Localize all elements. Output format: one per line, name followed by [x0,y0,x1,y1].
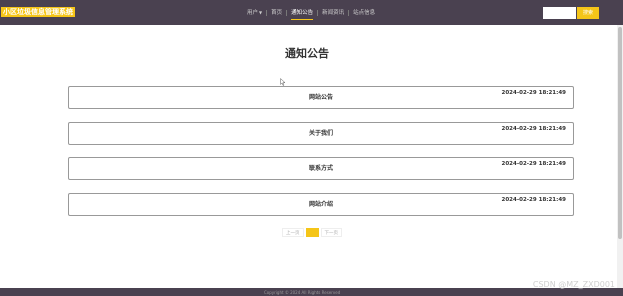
next-page-button[interactable]: 下一页 [320,228,342,237]
notice-title: 联系方式 [308,165,333,172]
current-page-button[interactable]: 1 [305,228,319,237]
footer-text: Copyright © 2024 All Rights Reserved [264,290,341,295]
search-button[interactable]: 搜索 [577,7,599,19]
mouse-cursor-icon [280,78,286,86]
nav-item-home[interactable]: 首页 [267,8,286,18]
notice-item[interactable]: 关于我们 2024-02-29 18:21:49 [68,122,574,145]
notice-item[interactable]: 网站介绍 2024-02-29 18:21:49 [68,193,574,216]
notice-time: 2024-02-29 18:21:49 [501,90,566,96]
nav-item-notices[interactable]: 通知公告 [287,8,317,20]
notice-item[interactable]: 联系方式 2024-02-29 18:21:49 [68,157,574,180]
nav-item-site-info[interactable]: 站点信息 [349,8,379,18]
prev-page-button[interactable]: 上一页 [282,228,304,237]
scrollbar-thumb[interactable] [618,27,622,239]
notice-item[interactable]: 网站公告 2024-02-29 18:21:49 [68,86,574,109]
notice-title: 网站公告 [308,94,333,101]
chevron-down-icon: ▼ [259,10,263,15]
page-title: 通知公告 [285,47,329,60]
top-header: 小区垃圾信息管理系统 用户▼ 首页 通知公告 新闻资讯 站点信息 搜索 [0,0,623,25]
scrollbar[interactable] [617,25,623,288]
site-logo[interactable]: 小区垃圾信息管理系统 [1,7,75,17]
nav-item-news[interactable]: 新闻资讯 [318,8,348,18]
search-input[interactable] [543,7,576,19]
notice-title: 关于我们 [308,130,333,137]
notice-time: 2024-02-29 18:21:49 [501,161,566,167]
pagination: 上一页 1 下一页 [282,228,342,237]
nav-item-user[interactable]: 用户▼ [243,8,266,18]
watermark-text: CSDN @MZ_ZXD001 [532,280,615,289]
notice-time: 2024-02-29 18:21:49 [501,197,566,203]
main-nav: 用户▼ 首页 通知公告 新闻资讯 站点信息 [243,8,379,20]
notice-time: 2024-02-29 18:21:49 [501,126,566,132]
footer: Copyright © 2024 All Rights Reserved [0,288,623,296]
notice-title: 网站介绍 [308,201,333,208]
